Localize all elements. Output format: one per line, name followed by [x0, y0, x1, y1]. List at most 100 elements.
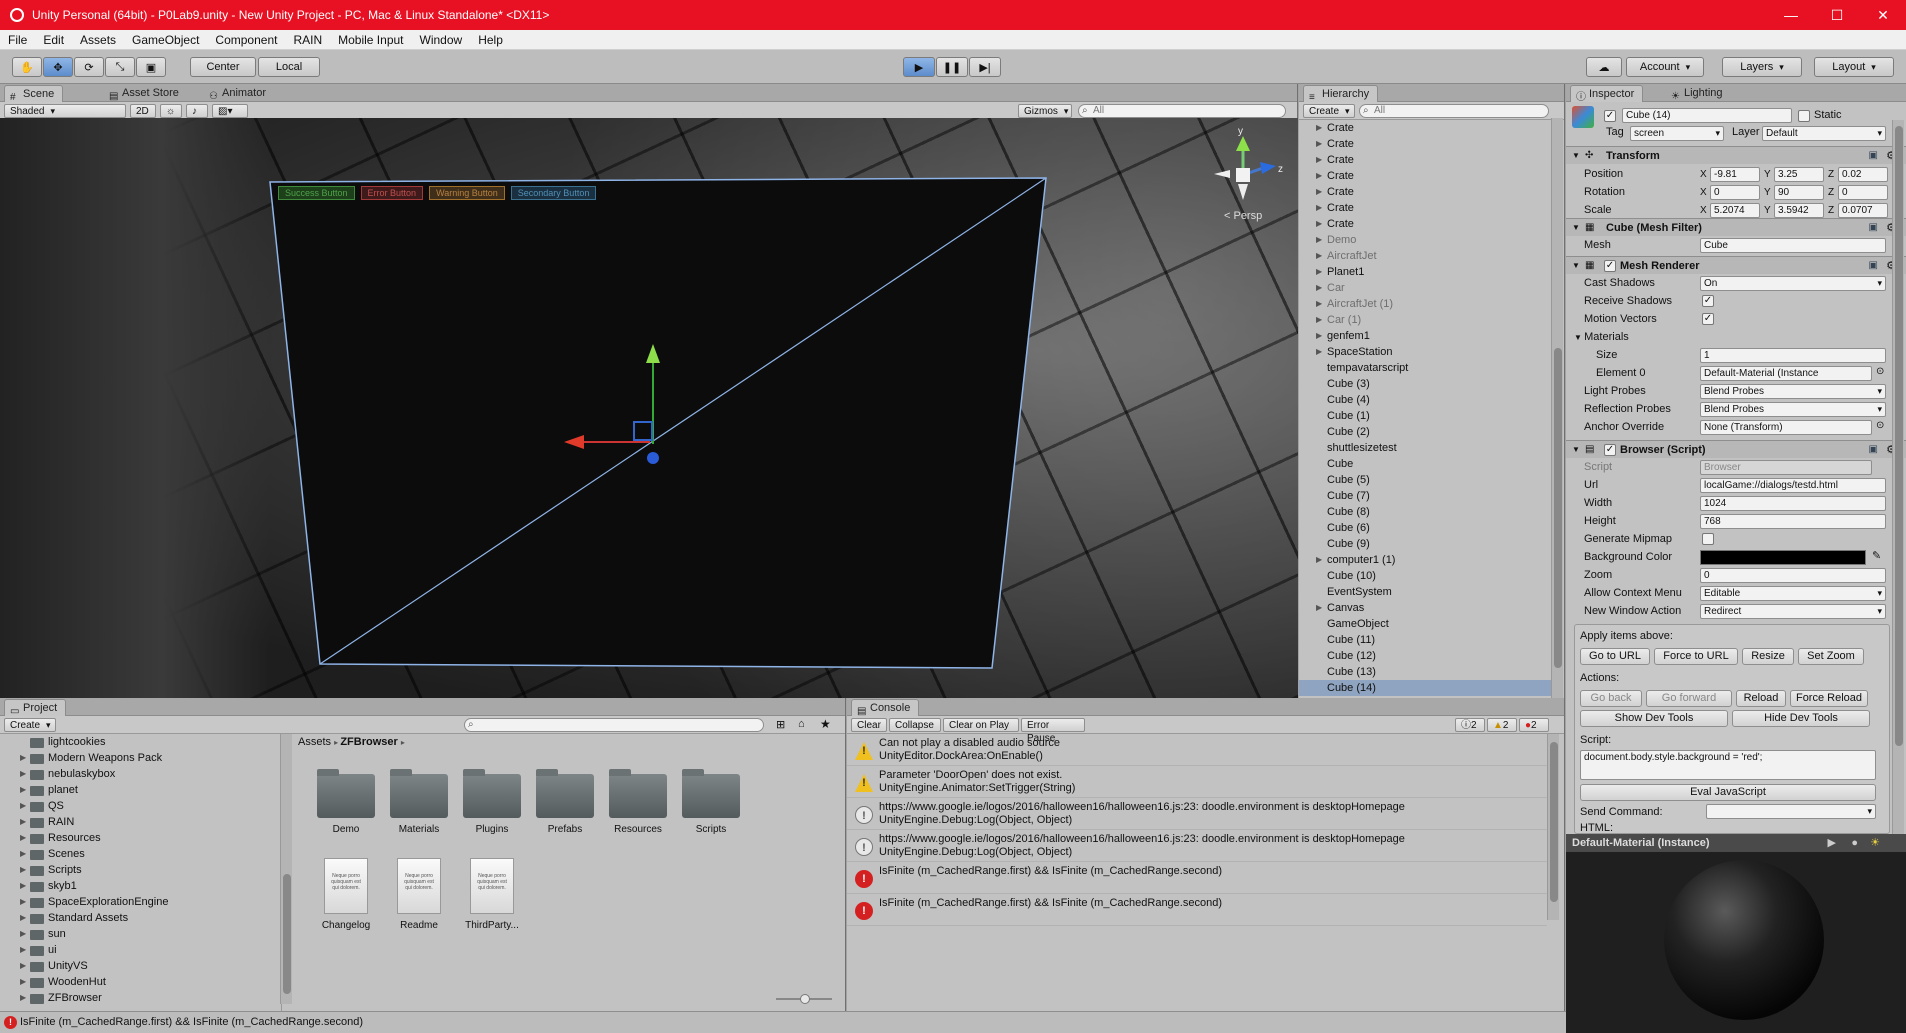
- inspector-scroll-thumb[interactable]: [1895, 126, 1903, 746]
- hierarchy-item[interactable]: Cube (6): [1327, 520, 1370, 536]
- hierarchy-item[interactable]: Cube (3): [1327, 376, 1370, 392]
- menu-rain[interactable]: RAIN: [285, 33, 330, 47]
- hierarchy-item[interactable]: tempavatarscript: [1327, 360, 1408, 376]
- hierarchy-item[interactable]: ▶ Planet1: [1316, 264, 1364, 280]
- expand-arrow-icon[interactable]: ▶: [20, 862, 26, 878]
- asset-text-file[interactable]: Neque porro quisquam est qui dolorem. Thi…: [452, 858, 532, 931]
- filter-by-label-icon[interactable]: ⌂: [798, 718, 805, 730]
- preview-sphere-icon[interactable]: ●: [1851, 834, 1858, 852]
- resize-button[interactable]: Resize: [1742, 648, 1794, 665]
- tab-lighting[interactable]: ☀ Lighting: [1666, 85, 1731, 102]
- console-log-entry[interactable]: ! Can not play a disabled audio source Uni…: [847, 734, 1547, 766]
- expand-arrow-icon[interactable]: ▶: [1316, 232, 1322, 248]
- project-folder-item[interactable]: ▶ Scripts: [20, 862, 82, 878]
- axis-z-label[interactable]: Z: [1828, 167, 1834, 182]
- expand-arrow-icon[interactable]: ▶: [1316, 216, 1322, 232]
- tab-project[interactable]: ▭ Project: [4, 699, 67, 717]
- hierarchy-item[interactable]: Cube: [1327, 456, 1353, 472]
- console-scroll-thumb[interactable]: [1550, 742, 1558, 902]
- go-forward-button[interactable]: Go forward: [1646, 690, 1732, 707]
- hierarchy-item[interactable]: EventSystem: [1327, 584, 1392, 600]
- expand-arrow-icon[interactable]: ▶: [20, 830, 26, 846]
- height-field[interactable]: 768: [1700, 514, 1886, 529]
- transform-header[interactable]: ▼ ✣ Transform ▣ ⚙: [1566, 146, 1906, 164]
- project-create-dropdown[interactable]: Create: [4, 718, 56, 732]
- help-book-icon[interactable]: ▣: [1869, 257, 1878, 275]
- console-clear-button[interactable]: Clear: [851, 718, 887, 732]
- preview-header[interactable]: Default-Material (Instance) ▶ ● ☀: [1566, 834, 1906, 852]
- hierarchy-item[interactable]: ▶ Crate: [1316, 216, 1354, 232]
- asset-folder[interactable]: Prefabs: [525, 769, 605, 835]
- hierarchy-search-input[interactable]: All: [1359, 104, 1549, 118]
- tag-dropdown[interactable]: screen: [1630, 126, 1724, 141]
- hierarchy-item[interactable]: Cube (4): [1327, 392, 1370, 408]
- tab-console[interactable]: ▤ Console: [851, 699, 920, 717]
- material-sphere[interactable]: [1664, 860, 1824, 1020]
- project-folder-item[interactable]: ▶ Standard Assets: [20, 910, 128, 926]
- hierarchy-item[interactable]: Cube (2): [1327, 424, 1370, 440]
- scale-y-field[interactable]: 3.5942: [1774, 203, 1824, 218]
- motion-vectors-checkbox[interactable]: ✓: [1702, 313, 1714, 325]
- asset-text-file[interactable]: Neque porro quisquam est qui dolorem. Rea…: [379, 858, 459, 931]
- console-log-entry[interactable]: ! Parameter 'DoorOpen' does not exist. Uni…: [847, 766, 1547, 798]
- object-picker-icon[interactable]: ⊙: [1876, 366, 1884, 377]
- hierarchy-scrollbar[interactable]: [1551, 118, 1563, 698]
- mode-2d-toggle[interactable]: 2D: [130, 104, 156, 118]
- rotation-x-field[interactable]: 0: [1710, 185, 1760, 200]
- menu-assets[interactable]: Assets: [72, 33, 124, 47]
- position-z-field[interactable]: 0.02: [1838, 167, 1888, 182]
- element0-field[interactable]: Default-Material (Instance: [1700, 366, 1872, 381]
- eyedropper-icon[interactable]: ✎: [1872, 549, 1881, 562]
- project-folder-item[interactable]: ▶ sun: [20, 926, 66, 942]
- hierarchy-item[interactable]: ▶ Crate: [1316, 120, 1354, 136]
- layer-dropdown[interactable]: Default: [1762, 126, 1886, 141]
- expand-arrow-icon[interactable]: ▶: [20, 878, 26, 894]
- expand-arrow-icon[interactable]: ▶: [1316, 600, 1322, 616]
- hierarchy-item[interactable]: Cube (11): [1327, 632, 1375, 648]
- console-error-toggle[interactable]: ●2: [1519, 718, 1549, 732]
- expand-arrow-icon[interactable]: ▶: [20, 750, 26, 766]
- favorite-star-icon[interactable]: ★: [820, 717, 831, 731]
- menu-component[interactable]: Component: [207, 33, 285, 47]
- expand-arrow-icon[interactable]: ▶: [1316, 296, 1322, 312]
- expand-arrow-icon[interactable]: ▶: [20, 846, 26, 862]
- hierarchy-item[interactable]: GameObject: [1327, 616, 1389, 632]
- url-field[interactable]: localGame://dialogs/testd.html: [1700, 478, 1886, 493]
- console-log-entry[interactable]: ! https://www.google.ie/logos/2016/hallow…: [847, 830, 1547, 862]
- hierarchy-item[interactable]: ▶ Crate: [1316, 136, 1354, 152]
- preview-play-icon[interactable]: ▶: [1828, 834, 1836, 852]
- asset-folder[interactable]: Materials: [379, 769, 459, 835]
- project-folder-item[interactable]: ▶ nebulaskybox: [20, 766, 115, 782]
- hierarchy-item[interactable]: shuttlesizetest: [1327, 440, 1397, 456]
- hand-tool-button[interactable]: ✋: [12, 57, 42, 77]
- width-field[interactable]: 1024: [1700, 496, 1886, 511]
- go-to-url-button[interactable]: Go to URL: [1580, 648, 1650, 665]
- pivot-center-button[interactable]: Center: [190, 57, 256, 77]
- expand-arrow-icon[interactable]: ▶: [1316, 120, 1322, 136]
- close-button[interactable]: ✕: [1860, 7, 1906, 24]
- project-folder-item[interactable]: ▶ Modern Weapons Pack: [20, 750, 162, 766]
- scene-viewport[interactable]: y z < Persp Success Button Error Button …: [0, 118, 1298, 698]
- object-name-field[interactable]: Cube (14): [1622, 108, 1792, 123]
- tab-asset-store[interactable]: ▤ Asset Store: [104, 85, 187, 102]
- rect-tool-button[interactable]: ▣: [136, 57, 166, 77]
- project-folder-item[interactable]: ▶ ZFBrowser: [20, 990, 102, 1006]
- asset-folder[interactable]: Plugins: [452, 769, 532, 835]
- scale-z-field[interactable]: 0.0707: [1838, 203, 1888, 218]
- axis-y-label[interactable]: Y: [1764, 203, 1771, 218]
- menu-mobile-input[interactable]: Mobile Input: [330, 33, 411, 47]
- expand-arrow-icon[interactable]: ▶: [1316, 136, 1322, 152]
- axis-z-label[interactable]: Z: [1828, 185, 1834, 200]
- context-menu-dropdown[interactable]: Editable: [1700, 586, 1886, 601]
- force-to-url-button[interactable]: Force to URL: [1654, 648, 1738, 665]
- effects-toggle-icon[interactable]: ▨▾: [212, 104, 248, 118]
- expand-arrow-icon[interactable]: ▶: [20, 910, 26, 926]
- hierarchy-create-dropdown[interactable]: Create: [1303, 104, 1355, 118]
- tab-scene[interactable]: # Scene: [4, 85, 64, 103]
- axis-x-label[interactable]: X: [1700, 185, 1707, 200]
- expand-arrow-icon[interactable]: ▶: [20, 814, 26, 830]
- hide-dev-tools-button[interactable]: Hide Dev Tools: [1732, 710, 1870, 727]
- expand-arrow-icon[interactable]: ▶: [20, 942, 26, 958]
- help-book-icon[interactable]: ▣: [1869, 441, 1878, 459]
- object-picker-icon[interactable]: ⊙: [1876, 420, 1884, 431]
